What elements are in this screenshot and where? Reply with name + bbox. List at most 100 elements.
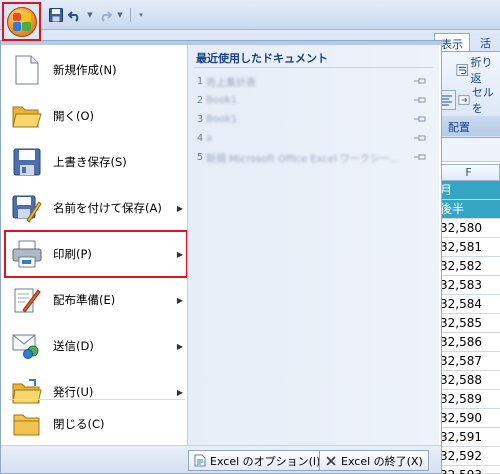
table-cell[interactable]: 32,591 — [437, 428, 500, 447]
excel-options-label: Excel のオプション(I) — [210, 454, 321, 468]
qat-undo-button[interactable] — [67, 7, 83, 23]
table-cell[interactable]: 32,588 — [437, 371, 500, 390]
menu-item-label: 印刷(P) — [53, 247, 92, 261]
options-icon — [194, 454, 206, 467]
recent-item-number: 1 — [196, 75, 204, 87]
menu-item-label: 発行(U) — [53, 385, 94, 399]
menu-item-save-as[interactable]: 名前を付けて保存(A) ▶ — [5, 185, 187, 231]
pin-icon[interactable] — [412, 75, 428, 87]
menu-item-label: 開く(O) — [53, 109, 95, 123]
submenu-arrow-icon: ▶ — [176, 387, 184, 397]
merge-cells-label: セルを — [471, 86, 494, 115]
recent-item-name: Book1 — [206, 113, 238, 125]
recent-documents-title: 最近使用したドキュメント — [196, 52, 328, 65]
table-cell[interactable]: 32,584 — [437, 295, 500, 314]
prepare-icon — [14, 288, 41, 313]
wrap-text-button[interactable]: 折り返 — [456, 56, 500, 85]
pin-icon[interactable] — [412, 113, 428, 125]
save-icon — [49, 8, 63, 22]
exit-excel-label: Excel の終了(X) — [341, 454, 423, 468]
office-logo-icon — [12, 12, 31, 31]
qat-separator — [130, 8, 131, 22]
recent-documents-panel: 最近使用したドキュメント 1 売上集計表 2 Book1 3 Book1 4 a… — [188, 45, 439, 445]
excel-options-button[interactable]: Excel のオプション(I) — [188, 450, 327, 471]
recent-item-number: 5 — [196, 151, 204, 163]
recent-document-item[interactable]: 2 Book1 — [194, 92, 428, 108]
recent-item-name: 売上集計表 — [206, 77, 256, 89]
table-cell[interactable]: 32,587 — [437, 352, 500, 371]
recent-document-item[interactable]: 5 新規 Microsoft Office Excel ワークシー… — [194, 149, 428, 165]
menu-item-new[interactable]: 新規作成(N) — [5, 47, 187, 93]
table-cell[interactable]: 32,586 — [437, 333, 500, 352]
pin-icon[interactable] — [412, 94, 428, 106]
recent-item-number: 3 — [196, 113, 204, 125]
close-folder-icon — [13, 414, 40, 436]
submenu-arrow-icon: ▶ — [176, 249, 184, 259]
menu-item-label: 上書き保存(S) — [53, 155, 127, 169]
cell-header-half[interactable]: 後半 — [437, 200, 500, 219]
merge-cells-button[interactable]: セルを — [458, 86, 500, 115]
menu-item-label: 配布準備(E) — [53, 293, 116, 307]
redo-icon — [101, 11, 112, 22]
menu-item-send[interactable]: 送信(D) ▶ — [5, 323, 187, 369]
submenu-arrow-icon: ▶ — [176, 295, 184, 305]
table-cell[interactable]: 32,589 — [437, 390, 500, 409]
qat-save-button[interactable] — [48, 7, 64, 23]
menu-item-open[interactable]: 開く(O) — [5, 93, 187, 139]
recent-item-number: 4 — [196, 132, 204, 144]
merge-cells-icon — [458, 95, 470, 105]
office-orb — [6, 6, 37, 37]
pin-icon[interactable] — [412, 132, 428, 144]
recent-title-rule — [194, 67, 433, 68]
tab-developer[interactable]: 活 — [474, 33, 497, 51]
open-folder-icon — [12, 106, 42, 128]
table-cell[interactable]: 32,582 — [437, 257, 500, 276]
undo-icon — [68, 11, 79, 22]
quick-access-toolbar: ▼ ▼ ▾ — [48, 6, 145, 24]
recent-document-item[interactable]: 3 Book1 — [194, 111, 428, 127]
menu-item-prepare[interactable]: 配布準備(E) ▶ — [5, 277, 187, 323]
undo-dropdown-icon[interactable]: ▼ — [86, 11, 94, 19]
recent-document-item[interactable]: 4 a — [194, 130, 428, 146]
close-x-icon — [326, 455, 336, 466]
pin-icon[interactable] — [412, 151, 428, 163]
office-button[interactable] — [2, 2, 41, 41]
menu-item-label: 名前を付けて保存(A) — [53, 201, 162, 215]
table-cell[interactable]: 32,583 — [437, 276, 500, 295]
recent-document-item[interactable]: 1 売上集計表 — [194, 73, 428, 89]
save-as-icon — [12, 195, 42, 223]
customize-qat-icon[interactable]: ▾ — [137, 11, 145, 19]
recent-item-name: a — [206, 132, 213, 144]
wrap-text-icon — [456, 64, 469, 76]
alignment-group-label: 配置 — [448, 121, 470, 134]
recent-item-name: Book1 — [206, 94, 238, 106]
table-cell[interactable]: 32,590 — [437, 409, 500, 428]
cell-header-month[interactable]: 月 — [437, 181, 500, 200]
exit-excel-button[interactable]: Excel の終了(X) — [319, 450, 429, 471]
align-lines-icon — [442, 95, 452, 106]
submenu-arrow-icon: ▶ — [176, 203, 184, 213]
table-cell[interactable]: 32,593 — [437, 466, 500, 474]
printer-icon — [12, 240, 42, 268]
menu-footer: Excel のオプション(I) Excel の終了(X) — [1, 445, 441, 473]
menu-item-label: 送信(D) — [53, 339, 94, 353]
table-cell[interactable]: 32,580 — [437, 219, 500, 238]
menu-item-save[interactable]: 上書き保存(S) — [5, 139, 187, 185]
menu-item-label: 新規作成(N) — [53, 63, 117, 77]
menu-item-label: 閉じる(C) — [53, 417, 105, 431]
save-disk-icon — [13, 148, 41, 176]
menu-item-close[interactable]: 閉じる(C) — [5, 401, 187, 447]
qat-redo-button[interactable] — [97, 7, 113, 23]
new-document-icon — [15, 55, 39, 85]
menu-item-print[interactable]: 印刷(P) ▶ — [4, 230, 188, 278]
table-cell[interactable]: 32,592 — [437, 447, 500, 466]
recent-item-number: 2 — [196, 94, 204, 106]
title-bar: ▼ ▼ ▾ — [0, 0, 500, 30]
column-header-f[interactable]: F — [437, 164, 500, 181]
office-menu: 新規作成(N) 開く(O) 上書き保存(S) 名前を付けて保存(A) ▶ 印刷(… — [0, 40, 443, 474]
redo-dropdown-icon[interactable]: ▼ — [116, 11, 124, 19]
recent-item-name: 新規 Microsoft Office Excel ワークシー… — [206, 153, 400, 165]
align-button[interactable] — [440, 90, 456, 110]
table-cell[interactable]: 32,585 — [437, 314, 500, 333]
table-cell[interactable]: 32,581 — [437, 238, 500, 257]
